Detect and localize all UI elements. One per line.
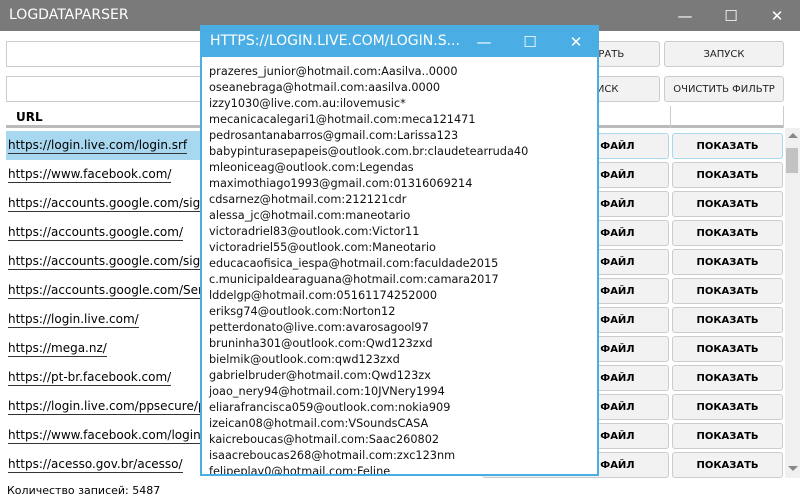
credential-line: prazeres_junior@hotmail.com:Aasilva..000… bbox=[209, 65, 458, 78]
credential-line: petterdonato@live.com:avarosagool97 bbox=[209, 321, 429, 334]
credential-line: lddelgp@hotmail.com:05161174252000 bbox=[209, 289, 438, 302]
url-link[interactable]: https://login.live.com/login.srf bbox=[8, 138, 188, 154]
popup-minimize-icon[interactable]: — bbox=[461, 26, 507, 57]
url-link[interactable]: https://pt-br.facebook.com/ bbox=[8, 370, 172, 386]
credential-line: felipeplay0@hotmail.com:Feline bbox=[209, 465, 391, 474]
scroll-up-icon[interactable] bbox=[788, 133, 798, 138]
scrollbar[interactable] bbox=[785, 128, 800, 478]
credential-line: kaicreboucas@hotmail.com:Saac260802 bbox=[209, 433, 440, 446]
credential-line: babypinturasepapeis@outlook.com.br:claud… bbox=[209, 145, 529, 158]
show-button[interactable]: ПОКАЗАТЬ bbox=[672, 278, 783, 304]
credential-line: izzy1030@live.com.au:ilovemusic* bbox=[209, 97, 406, 110]
url-link[interactable]: https://www.facebook.com/ bbox=[8, 167, 172, 183]
credential-line: maximothiago1993@gmail.com:01316069214 bbox=[209, 177, 473, 190]
credentials-popup: HTTPS://LOGIN.LIVE.COM/LOGIN.S... — ☐ ✕ … bbox=[200, 25, 599, 476]
popup-content[interactable]: prazeres_junior@hotmail.com:Aasilva..000… bbox=[202, 57, 597, 474]
credential-line: isaacreboucas268@hotmail.com:zxc123nm bbox=[209, 449, 456, 462]
credential-line: bielmik@outlook.com:qwd123zxd bbox=[209, 353, 400, 366]
credential-line: c.municipaldearaguana@hotmail.com:camara… bbox=[209, 273, 499, 286]
credential-line: eriksg74@outlook.com:Norton12 bbox=[209, 305, 396, 318]
credential-line: pedrosantanabarros@gmail.com:Larissa123 bbox=[209, 129, 459, 142]
minimize-icon[interactable]: — bbox=[662, 0, 708, 31]
credential-line: gabrielbruder@hotmail.com:Qwd123zx bbox=[209, 369, 431, 382]
credential-line: victoradriel83@outlook.com:Victor11 bbox=[209, 225, 420, 238]
show-button[interactable]: ПОКАЗАТЬ bbox=[672, 307, 783, 333]
record-count: Количество записей: 5487 bbox=[7, 484, 161, 497]
window-title: LOGDATAPARSER bbox=[9, 7, 129, 23]
maximize-icon[interactable]: ☐ bbox=[708, 0, 754, 31]
scroll-thumb[interactable] bbox=[786, 148, 798, 173]
credential-line: cdsarnez@hotmail.com:212121cdr bbox=[209, 193, 407, 206]
show-button[interactable]: ПОКАЗАТЬ bbox=[672, 394, 783, 420]
show-button[interactable]: ПОКАЗАТЬ bbox=[672, 365, 783, 391]
popup-close-icon[interactable]: ✕ bbox=[553, 26, 599, 57]
url-link[interactable]: https://accounts.google.com/ bbox=[8, 225, 184, 241]
show-button[interactable]: ПОКАЗАТЬ bbox=[672, 336, 783, 362]
show-button[interactable]: ПОКАЗАТЬ bbox=[672, 191, 783, 217]
show-button[interactable]: ПОКАЗАТЬ bbox=[672, 452, 783, 478]
credential-line: mleoniceag@outlook.com:Legendas bbox=[209, 161, 414, 174]
url-link[interactable]: https://acesso.gov.br/acesso/ bbox=[8, 457, 183, 473]
credential-line: izeican08@hotmail.com:VSoundsCASA bbox=[209, 417, 429, 430]
credential-line: oseanebraga@hotmail.com:aasilva.0000 bbox=[209, 81, 441, 94]
show-button[interactable]: ПОКАЗАТЬ bbox=[672, 162, 783, 188]
url-link[interactable]: https://mega.nz/ bbox=[8, 341, 107, 357]
credential-line: victoradriel55@outlook.com:Maneotario bbox=[209, 241, 436, 254]
clear-filter-button[interactable]: ОЧИСТИТЬ ФИЛЬТР bbox=[664, 76, 784, 102]
show-button[interactable]: ПОКАЗАТЬ bbox=[672, 249, 783, 275]
credential-line: joao_nery94@hotmail.com:10JVNery1994 bbox=[209, 385, 445, 398]
credential-line: eliarafrancisca059@outlook.com:nokia909 bbox=[209, 401, 451, 414]
url-link[interactable]: https://www.facebook.com/login.php bbox=[8, 428, 228, 444]
credential-line: educacaofisica_iespa@hotmail.com:faculda… bbox=[209, 257, 499, 270]
popup-title: HTTPS://LOGIN.LIVE.COM/LOGIN.S... bbox=[210, 33, 460, 49]
scroll-down-icon[interactable] bbox=[788, 466, 798, 471]
credential-line: mecanicacalegari1@hotmail.com:meca121471 bbox=[209, 113, 476, 126]
url-link[interactable]: https://login.live.com/ bbox=[8, 312, 139, 328]
credential-line: alessa_jc@hotmail.com:maneotario bbox=[209, 209, 411, 222]
show-button[interactable]: ПОКАЗАТЬ bbox=[672, 133, 783, 159]
credential-line: bruninha301@outlook.com:Qwd123zxd bbox=[209, 337, 433, 350]
close-icon[interactable]: ✕ bbox=[754, 0, 800, 31]
run-button[interactable]: ЗАПУСК bbox=[664, 41, 784, 67]
show-button[interactable]: ПОКАЗАТЬ bbox=[672, 423, 783, 449]
popup-maximize-icon[interactable]: ☐ bbox=[507, 26, 553, 57]
url-column-header[interactable]: URL bbox=[16, 110, 43, 124]
show-button[interactable]: ПОКАЗАТЬ bbox=[672, 220, 783, 246]
